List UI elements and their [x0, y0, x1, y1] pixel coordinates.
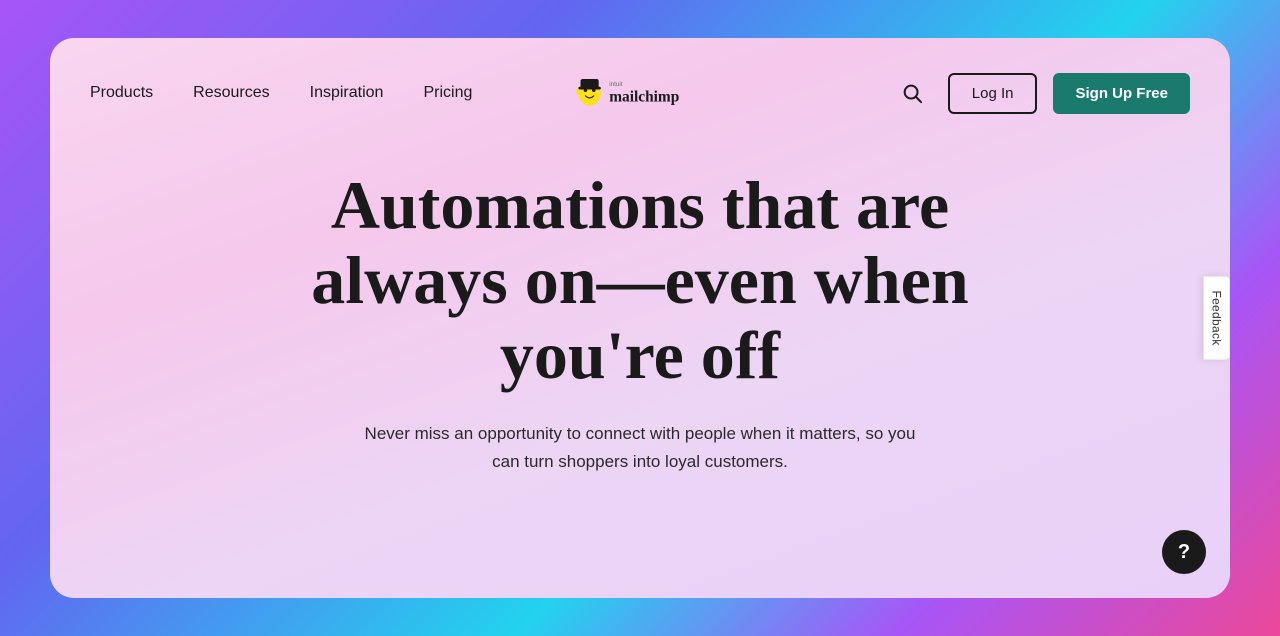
nav-item-products[interactable]: Products [90, 84, 153, 102]
help-button[interactable]: ? [1162, 530, 1206, 574]
svg-text:mailchimp: mailchimp [609, 88, 679, 105]
feedback-tab[interactable]: Feedback [1203, 276, 1229, 359]
logo-container[interactable]: intuit mailchimp [570, 73, 710, 113]
nav-item-resources[interactable]: Resources [193, 84, 269, 102]
nav-right: Log In Sign Up Free [892, 73, 1190, 114]
nav-item-pricing[interactable]: Pricing [423, 84, 472, 102]
signup-button[interactable]: Sign Up Free [1053, 73, 1190, 114]
main-card: Products Resources Inspiration Pricing [50, 38, 1230, 598]
search-button[interactable] [892, 73, 932, 113]
nav-item-inspiration[interactable]: Inspiration [310, 84, 384, 102]
nav-left: Products Resources Inspiration Pricing [90, 84, 472, 102]
svg-text:intuit: intuit [609, 81, 623, 88]
hero-section: Automations that are always on—even when… [50, 148, 1230, 515]
login-button[interactable]: Log In [948, 73, 1038, 114]
hero-subtitle: Never miss an opportunity to connect wit… [350, 420, 930, 474]
navbar: Products Resources Inspiration Pricing [50, 38, 1230, 148]
search-icon [901, 82, 923, 104]
mailchimp-logo: intuit mailchimp [570, 73, 710, 113]
hero-title: Automations that are always on—even when… [290, 168, 990, 392]
